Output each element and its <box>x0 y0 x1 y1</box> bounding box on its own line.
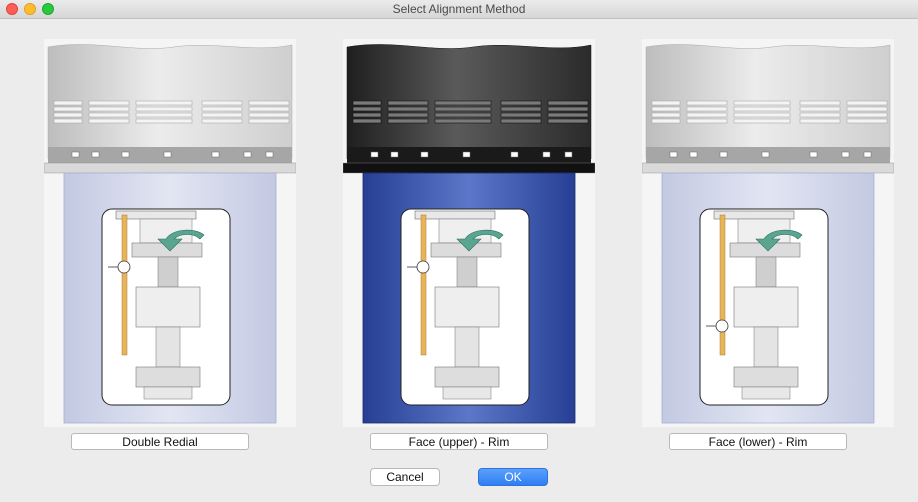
face-lower-rim-button[interactable]: Face (lower) - Rim <box>669 433 847 450</box>
double-radial-button[interactable]: Double Redial <box>71 433 249 450</box>
cancel-button[interactable]: Cancel <box>370 468 440 486</box>
machine-alignment-diagram <box>44 39 296 427</box>
method-card-double-radial[interactable] <box>44 39 296 427</box>
title-bar: Select Alignment Method <box>0 0 918 19</box>
machine-alignment-diagram <box>343 39 595 427</box>
face-upper-rim-button[interactable]: Face (upper) - Rim <box>370 433 548 450</box>
ok-button[interactable]: OK <box>478 468 548 486</box>
method-card-face-upper-rim[interactable] <box>343 39 595 427</box>
window-title: Select Alignment Method <box>392 2 526 16</box>
method-card-face-lower-rim[interactable] <box>642 39 894 427</box>
machine-alignment-diagram <box>642 39 894 427</box>
